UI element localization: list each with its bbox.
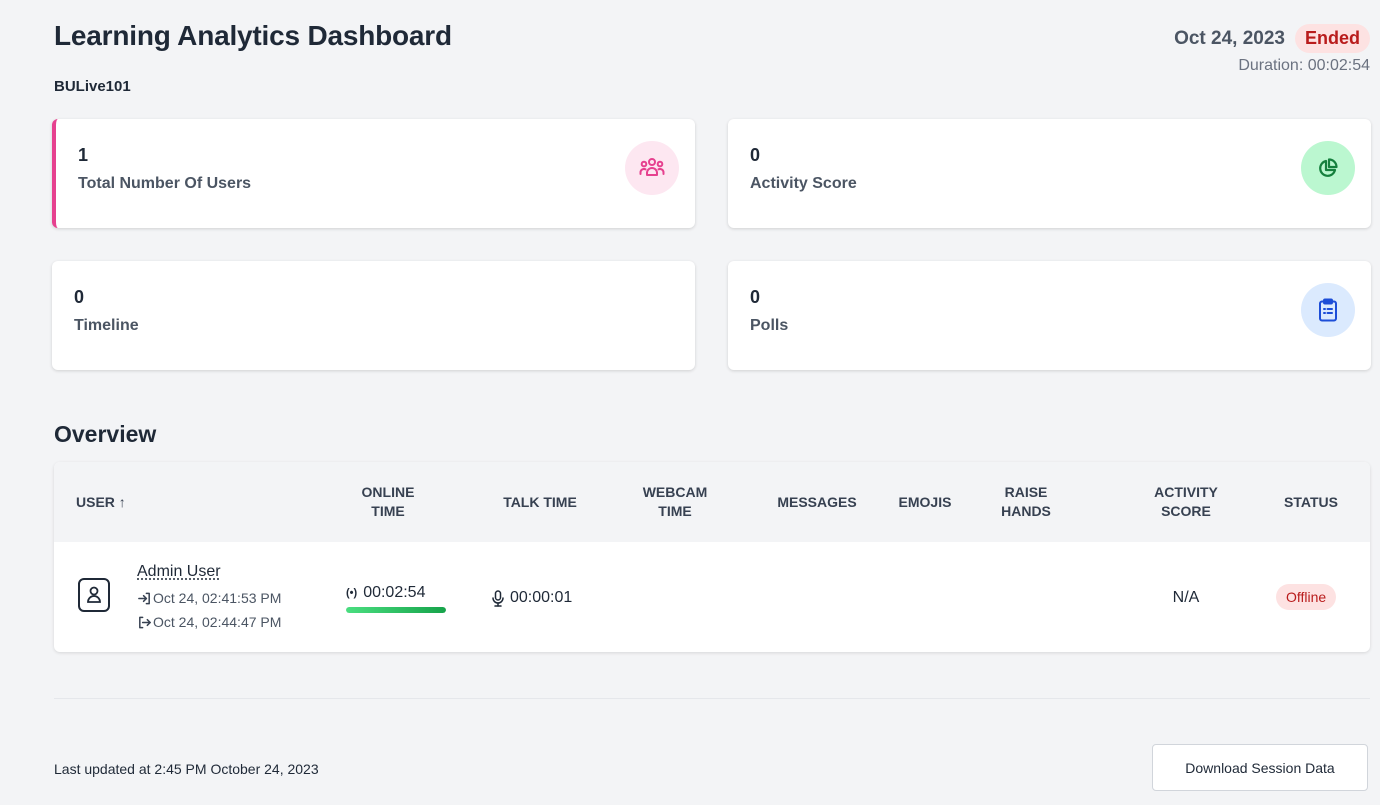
overview-heading: Overview bbox=[54, 421, 157, 447]
clipboard-list-icon bbox=[1301, 283, 1355, 337]
users-card[interactable]: 1 Total Number Of Users bbox=[52, 119, 695, 228]
timeline-value: 0 bbox=[74, 287, 85, 307]
polls-label: Polls bbox=[750, 317, 789, 334]
meeting-name: BULive101 bbox=[54, 78, 131, 95]
online-time: (•) 00:02:54 bbox=[346, 584, 425, 602]
dashboard-header: Learning Analytics Dashboard BULive101 O… bbox=[54, 20, 1370, 110]
column-header-status[interactable]: Status bbox=[1276, 493, 1346, 512]
table-row: Admin User Oct 24, 02:41:53 PM Oct 24, 0… bbox=[54, 542, 1370, 652]
activity-score-cell: N/A bbox=[1172, 589, 1200, 606]
activity-score-label: Activity Score bbox=[750, 175, 857, 192]
column-header-talk-time[interactable]: Talk Time bbox=[490, 493, 590, 512]
user-avatar-icon bbox=[78, 578, 110, 612]
broadcast-icon: (•) bbox=[346, 587, 358, 599]
column-header-messages[interactable]: Messages bbox=[762, 493, 872, 512]
pie-chart-icon bbox=[1301, 141, 1355, 195]
microphone-icon bbox=[492, 589, 504, 607]
polls-value: 0 bbox=[750, 287, 761, 307]
logout-icon bbox=[139, 616, 151, 628]
login-icon bbox=[138, 592, 150, 604]
column-header-user-label: User ↑ bbox=[76, 494, 126, 510]
page-title: Learning Analytics Dashboard bbox=[54, 20, 452, 51]
activity-score-card[interactable]: 0 Activity Score bbox=[728, 119, 1371, 228]
session-duration: Duration: 00:02:54 bbox=[1238, 57, 1370, 74]
column-header-raise-hands[interactable]: Raise Hands bbox=[991, 483, 1061, 521]
session-info: Oct 24, 2023 Ended Duration: 00:02:54 bbox=[1174, 24, 1370, 75]
users-icon bbox=[625, 141, 679, 195]
timeline-card[interactable]: 0 Timeline bbox=[52, 261, 695, 370]
download-session-data-button[interactable]: Download Session Data bbox=[1152, 744, 1368, 791]
status-badge: Offline bbox=[1276, 584, 1337, 610]
online-time-value: 00:02:54 bbox=[363, 584, 426, 601]
table-header: User ↑ Online Time Talk Time Webcam Time… bbox=[54, 462, 1370, 542]
activity-score-value: 0 bbox=[750, 145, 761, 165]
column-header-activity-score[interactable]: Activity Score bbox=[1141, 483, 1231, 521]
online-time-progress bbox=[346, 607, 446, 613]
timeline-label: Timeline bbox=[74, 317, 139, 334]
users-label: Total Number Of Users bbox=[78, 175, 252, 192]
overview-table: User ↑ Online Time Talk Time Webcam Time… bbox=[54, 462, 1370, 652]
join-time: Oct 24, 02:41:53 PM bbox=[137, 590, 281, 606]
online-time-progress-fill bbox=[346, 607, 446, 613]
column-header-emojis[interactable]: Emojis bbox=[890, 493, 960, 512]
leave-time: Oct 24, 02:44:47 PM bbox=[137, 614, 281, 630]
user-name-link[interactable]: Admin User bbox=[137, 563, 221, 581]
column-header-webcam-time[interactable]: Webcam Time bbox=[630, 483, 720, 521]
polls-card[interactable]: 0 Polls bbox=[728, 261, 1371, 370]
users-count: 1 bbox=[78, 145, 89, 165]
footer-divider bbox=[54, 698, 1370, 699]
last-updated-text: Last updated at 2:45 PM October 24, 2023 bbox=[54, 761, 319, 777]
column-header-online-time[interactable]: Online Time bbox=[348, 483, 428, 521]
leave-time-text: Oct 24, 02:44:47 PM bbox=[153, 614, 282, 630]
join-time-text: Oct 24, 02:41:53 PM bbox=[153, 590, 282, 606]
session-status-badge: Ended bbox=[1294, 24, 1370, 53]
column-header-user[interactable]: User ↑ bbox=[76, 493, 126, 512]
talk-time-value: 00:00:01 bbox=[510, 589, 573, 606]
talk-time: 00:00:01 bbox=[492, 589, 572, 607]
session-date: Oct 24, 2023 bbox=[1174, 27, 1285, 49]
